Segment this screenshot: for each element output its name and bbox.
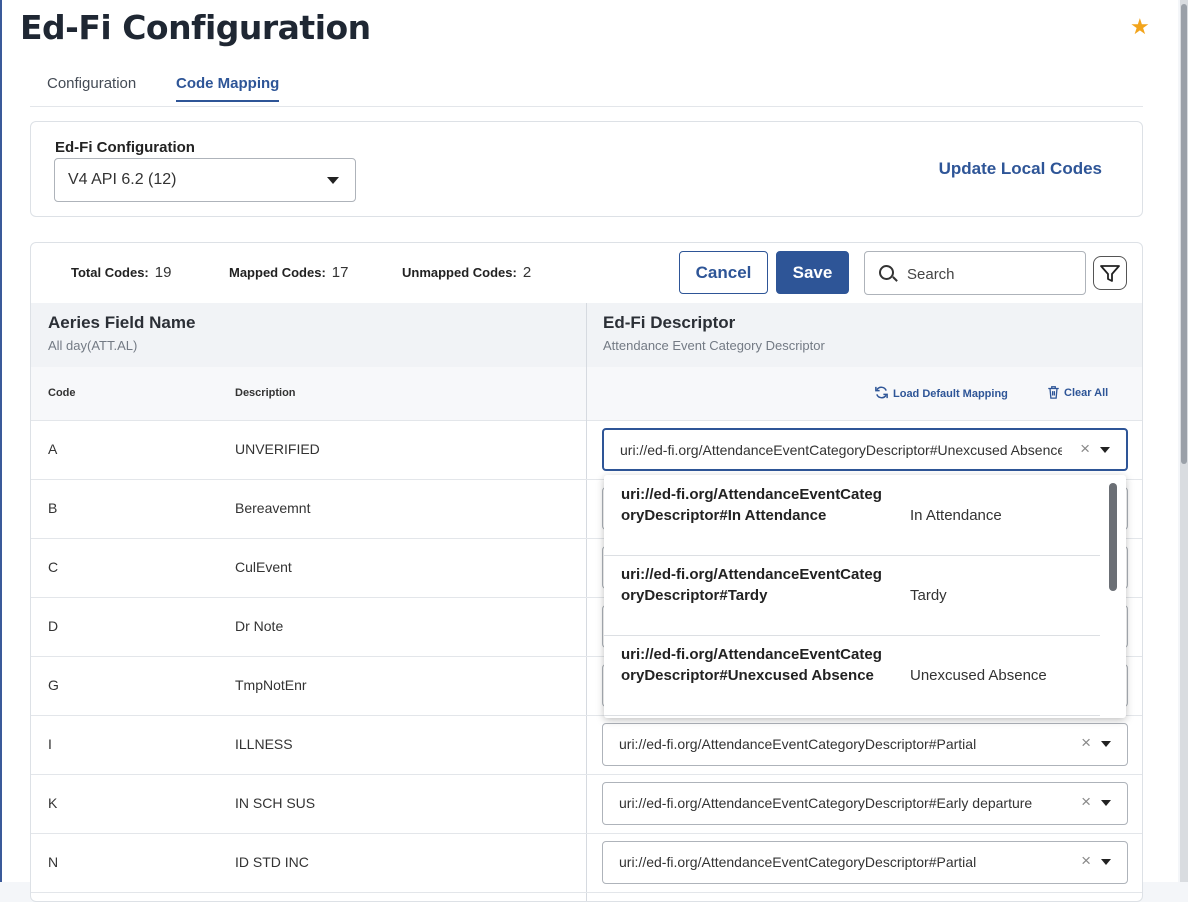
load-default-mapping-link[interactable]: Load Default Mapping [874,385,1008,400]
config-card: Ed-Fi Configuration V4 API 6.2 (12) Upda… [30,121,1143,217]
edfi-descriptor-title: Ed-Fi Descriptor [603,313,736,332]
row-description: UNVERIFIED [235,441,320,457]
option-label: Tardy [910,587,947,604]
filter-icon [1100,265,1120,282]
row-code: N [48,854,59,870]
tab-code-mapping[interactable]: Code Mapping [176,75,280,102]
mapped-codes: Mapped Codes: 17 [229,264,348,281]
clear-all-label: Clear All [1064,387,1109,399]
descriptor-dropdown: uri://ed-fi.org/AttendanceEventCategoryD… [604,475,1126,718]
descriptor-select-value: uri://ed-fi.org/AttendanceEventCategoryD… [619,854,977,870]
row-description: CulEvent [235,559,292,575]
row-description: TmpNotEnr [235,677,307,693]
descriptor-select-value: uri://ed-fi.org/AttendanceEventCategoryD… [619,795,1033,811]
load-default-mapping-label: Load Default Mapping [893,388,1008,400]
clear-icon[interactable]: × [1081,733,1091,753]
code-column-header: Code [48,387,76,399]
descriptor-select[interactable]: uri://ed-fi.org/AttendanceEventCategoryD… [602,428,1128,471]
total-codes: Total Codes: 19 [71,264,171,281]
table-row: A UNVERIFIED uri://ed-fi.org/AttendanceE… [31,420,1142,480]
caret-down-icon[interactable] [1101,859,1111,865]
table-row: N ID STD INC uri://ed-fi.org/AttendanceE… [31,833,1142,893]
row-code: C [48,559,59,575]
dropdown-option[interactable]: uri://ed-fi.org/AttendanceEventCategoryD… [604,555,1100,636]
descriptor-select[interactable]: uri://ed-fi.org/AttendanceEventCategoryD… [602,723,1128,766]
row-code: G [48,677,59,693]
save-button[interactable]: Save [776,251,849,294]
page-scrollbar[interactable] [1180,0,1188,882]
descriptor-select[interactable]: uri://ed-fi.org/AttendanceEventCategoryD… [602,841,1128,884]
clear-icon[interactable]: × [1080,439,1090,459]
dropdown-option[interactable]: uri://ed-fi.org/AttendanceEventCategoryD… [604,475,1100,556]
mapped-codes-label: Mapped Codes: [229,265,326,280]
search-box [864,251,1086,295]
option-uri: uri://ed-fi.org/AttendanceEventCategoryD… [621,486,882,524]
total-codes-label: Total Codes: [71,265,149,280]
search-icon [879,265,894,280]
page-scrollbar-thumb[interactable] [1181,4,1187,464]
mapped-codes-value: 17 [331,264,349,281]
star-icon[interactable]: ★ [1130,16,1152,38]
row-code: I [48,736,52,752]
descriptor-select[interactable]: uri://ed-fi.org/AttendanceEventCategoryD… [602,782,1128,825]
refresh-icon [875,386,888,399]
caret-down-icon[interactable] [1100,447,1110,453]
clear-icon[interactable]: × [1081,792,1091,812]
page-title: Ed-Fi Configuration [20,8,371,47]
row-description: ILLNESS [235,736,293,752]
descriptor-select-value: uri://ed-fi.org/AttendanceEventCategoryD… [619,736,977,752]
dropdown-option[interactable]: uri://ed-fi.org/AttendanceEventCategoryD… [604,635,1100,716]
row-description: Dr Note [235,618,284,634]
unmapped-codes: Unmapped Codes: 2 [402,264,531,281]
row-description: Bereavemnt [235,500,311,516]
descriptor-select-value: uri://ed-fi.org/AttendanceEventCategoryD… [620,442,1062,458]
total-codes-value: 19 [154,264,172,281]
row-code: K [48,795,58,811]
config-select[interactable]: V4 API 6.2 (12) [54,158,356,202]
option-label: Unexcused Absence [910,667,1047,684]
config-select-value: V4 API 6.2 (12) [68,171,177,188]
table-row: I ILLNESS uri://ed-fi.org/AttendanceEven… [31,715,1142,775]
option-label: In Attendance [910,507,1002,524]
clear-all-link[interactable]: Clear All [1047,385,1108,399]
filter-button[interactable] [1093,256,1127,290]
edfi-descriptor-subtitle: Attendance Event Category Descriptor [603,338,825,353]
dropdown-scrollbar[interactable] [1109,483,1117,591]
row-description: IN SCH SUS [235,795,316,811]
row-code: B [48,500,58,516]
page: Ed-Fi Configuration ★ Configuration Code… [0,0,1178,902]
description-column-header: Description [235,387,296,399]
table-row: K IN SCH SUS uri://ed-fi.org/AttendanceE… [31,774,1142,834]
aeries-field-title: Aeries Field Name [48,313,196,332]
cancel-button[interactable]: Cancel [679,251,768,294]
row-code: A [48,441,58,457]
trash-icon [1048,386,1059,399]
aeries-field-subtitle: All day(ATT.AL) [48,338,138,353]
row-description: ID STD INC [235,854,309,870]
option-uri: uri://ed-fi.org/AttendanceEventCategoryD… [621,566,882,604]
caret-down-icon[interactable] [1101,741,1111,747]
unmapped-codes-value: 2 [522,264,532,281]
caret-down-icon [327,177,339,184]
tab-configuration[interactable]: Configuration [47,75,136,100]
update-local-codes-link[interactable]: Update Local Codes [939,159,1102,179]
unmapped-codes-label: Unmapped Codes: [402,265,517,280]
config-label: Ed-Fi Configuration [55,139,195,156]
clear-icon[interactable]: × [1081,851,1091,871]
tab-bar: Configuration Code Mapping [30,66,1143,107]
row-code: D [48,618,59,634]
search-input[interactable] [905,262,1079,286]
option-uri: uri://ed-fi.org/AttendanceEventCategoryD… [621,646,882,684]
caret-down-icon[interactable] [1101,800,1111,806]
